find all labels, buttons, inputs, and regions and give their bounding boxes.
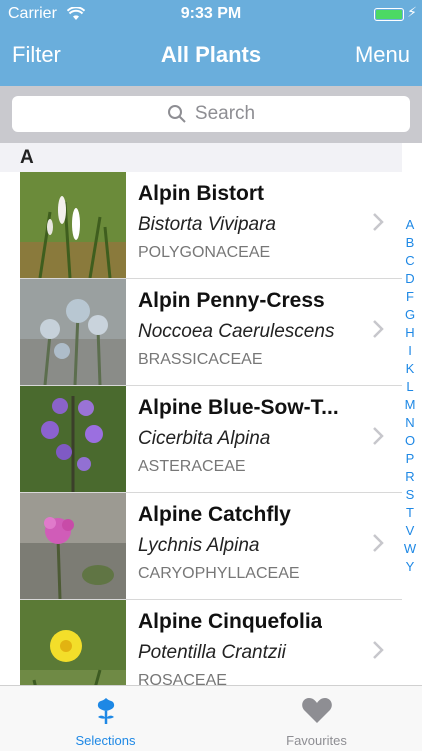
plant-family: CARYOPHYLLACEAE — [138, 565, 300, 582]
menu-button[interactable]: Menu — [355, 42, 410, 68]
index-letter[interactable]: Y — [406, 558, 415, 576]
search-icon — [167, 105, 186, 123]
section-index[interactable]: A B C D F G H I K L M N O P R S T V W Y — [400, 216, 420, 576]
index-letter[interactable]: V — [406, 522, 415, 540]
plant-row[interactable]: Alpine Blue-Sow-T... Cicerbita Alpina AS… — [20, 386, 402, 493]
index-letter[interactable]: C — [405, 252, 414, 270]
plant-family: ASTERACEAE — [138, 458, 246, 475]
search-input[interactable]: Search — [12, 96, 410, 132]
plant-name: Alpin Bistort — [138, 182, 264, 205]
index-letter[interactable]: W — [404, 540, 416, 558]
index-letter[interactable]: F — [406, 288, 414, 306]
plant-latin-name: Cicerbita Alpina — [138, 428, 271, 449]
tab-selections[interactable]: Selections — [0, 686, 211, 751]
status-time: 9:33 PM — [180, 5, 242, 22]
plant-thumbnail — [20, 493, 126, 599]
index-letter[interactable]: D — [405, 270, 414, 288]
index-letter[interactable]: B — [406, 234, 415, 252]
chevron-right-icon — [373, 534, 384, 552]
tab-selections-label: Selections — [75, 733, 136, 748]
plant-latin-name: Bistorta Vivipara — [138, 214, 276, 235]
index-letter[interactable]: O — [405, 432, 415, 450]
plant-name: Alpine Cinquefolia — [138, 610, 323, 633]
status-bar: Carrier 9:33 PM ⚡ — [0, 0, 422, 30]
section-header: A — [0, 143, 402, 172]
index-letter[interactable]: S — [406, 486, 415, 504]
plant-list: Alpin Bistort Bistorta Vivipara POLYGONA… — [0, 172, 402, 706]
navigation-bar: Carrier 9:33 PM ⚡ Filter All Plants Menu — [0, 0, 422, 86]
battery-icon — [374, 8, 404, 21]
plant-family: BRASSICACEAE — [138, 351, 263, 368]
chevron-right-icon — [373, 213, 384, 231]
index-letter[interactable]: T — [406, 504, 414, 522]
search-placeholder: Search — [194, 103, 256, 124]
plant-family: POLYGONACEAE — [138, 244, 271, 261]
heart-icon — [301, 698, 332, 723]
plant-row[interactable]: Alpin Bistort Bistorta Vivipara POLYGONA… — [20, 172, 402, 279]
plant-row[interactable]: Alpin Penny-Cress Noccoea Caerulescens B… — [20, 279, 402, 386]
plant-thumbnail — [20, 172, 126, 278]
index-letter[interactable]: G — [405, 306, 415, 324]
plant-latin-name: Noccoea Caerulescens — [138, 321, 335, 342]
chevron-right-icon — [373, 427, 384, 445]
index-letter[interactable]: P — [406, 450, 415, 468]
index-letter[interactable]: N — [405, 414, 414, 432]
plant-latin-name: Lychnis Alpina — [138, 535, 260, 556]
plant-thumbnail — [20, 279, 126, 385]
tab-favourites[interactable]: Favourites — [211, 686, 422, 751]
search-bar: Search — [0, 86, 422, 143]
plant-latin-name: Potentilla Crantzii — [138, 642, 286, 663]
plant-row[interactable]: Alpine Catchfly Lychnis Alpina CARYOPHYL… — [20, 493, 402, 600]
plant-thumbnail — [20, 386, 126, 492]
chevron-right-icon — [373, 641, 384, 659]
flower-icon — [97, 698, 114, 724]
index-letter[interactable]: I — [408, 342, 412, 360]
tab-favourites-label: Favourites — [286, 733, 347, 748]
tab-bar: Selections Favourites — [0, 685, 422, 751]
index-letter[interactable]: L — [406, 378, 413, 396]
plant-name: Alpin Penny-Cress — [138, 289, 325, 312]
index-letter[interactable]: M — [405, 396, 416, 414]
chevron-right-icon — [373, 320, 384, 338]
index-letter[interactable]: H — [405, 324, 414, 342]
index-letter[interactable]: R — [405, 468, 414, 486]
plant-name: Alpine Blue-Sow-T... — [138, 396, 339, 419]
plant-name: Alpine Catchfly — [138, 503, 291, 526]
charging-icon: ⚡ — [407, 4, 417, 20]
index-letter[interactable]: K — [406, 360, 415, 378]
index-letter[interactable]: A — [406, 216, 415, 234]
